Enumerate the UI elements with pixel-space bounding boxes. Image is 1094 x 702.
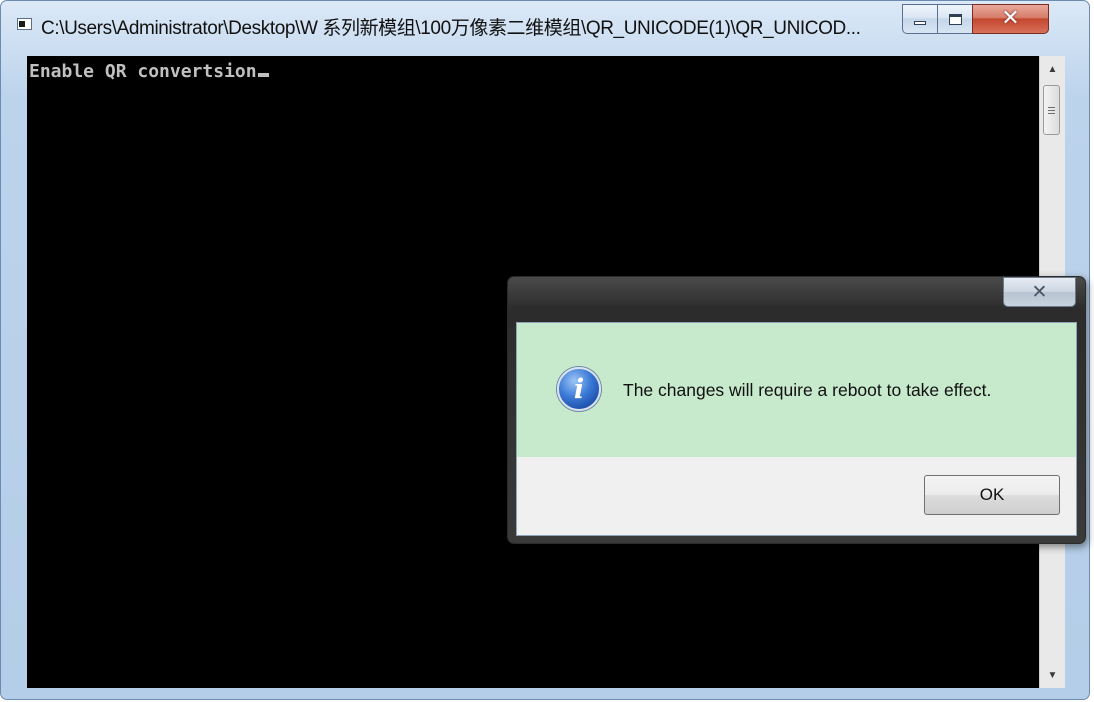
text-cursor	[257, 73, 269, 77]
scroll-down-arrow-icon[interactable]: ▼	[1040, 662, 1065, 688]
minimize-button[interactable]	[902, 4, 938, 34]
close-icon: ✕	[1001, 6, 1020, 31]
maximize-button[interactable]	[937, 4, 973, 34]
dialog-body: i The changes will require a reboot to t…	[516, 322, 1077, 536]
window-title: C:\Users\Administrator\Desktop\W 系列新模组\1…	[41, 18, 861, 39]
console-output-text: Enable QR convertsion	[29, 61, 257, 82]
dialog-message-panel: i The changes will require a reboot to t…	[517, 323, 1076, 457]
window-controls: ✕	[902, 4, 1084, 34]
close-icon: ✕	[1031, 281, 1048, 303]
dialog-message: The changes will require a reboot to tak…	[623, 380, 992, 400]
dialog-close-button[interactable]: ✕	[1003, 277, 1076, 307]
close-button[interactable]: ✕	[972, 4, 1049, 34]
message-box-dialog: ✕ i The changes will require a reboot to…	[507, 276, 1086, 544]
console-app-icon[interactable]	[17, 18, 32, 30]
title-bar[interactable]: C:\Users\Administrator\Desktop\W 系列新模组\1…	[1, 1, 1089, 39]
scroll-thumb[interactable]	[1043, 85, 1060, 135]
maximize-icon	[948, 13, 962, 25]
information-icon: i	[557, 367, 601, 411]
ok-button[interactable]: OK	[924, 475, 1060, 515]
minimize-icon	[914, 21, 926, 25]
scroll-up-arrow-icon[interactable]: ▲	[1040, 56, 1065, 82]
